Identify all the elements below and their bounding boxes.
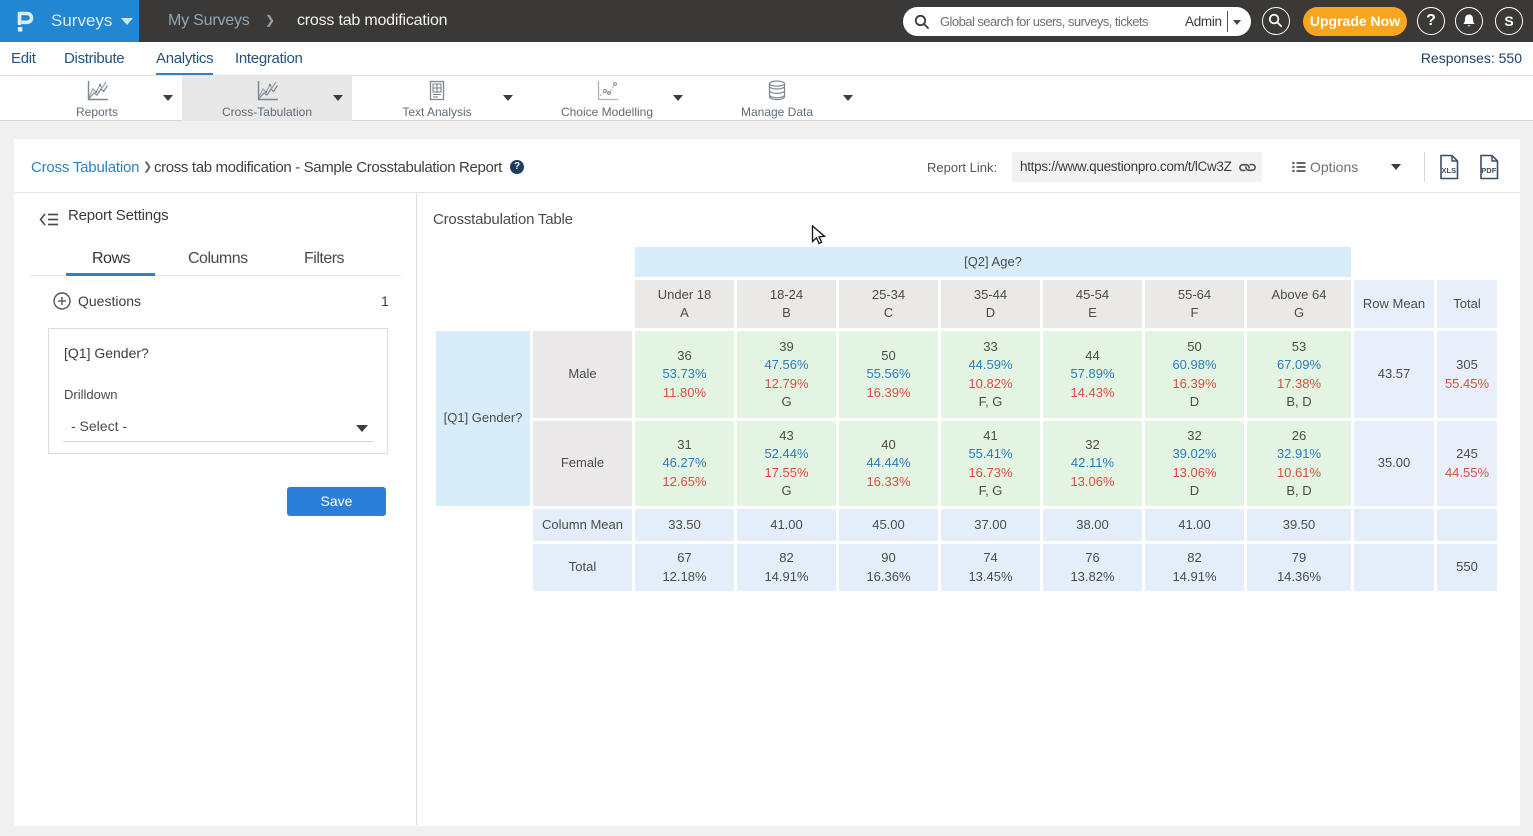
svg-text:PDF: PDF	[1481, 166, 1496, 175]
svg-text:XLS: XLS	[1442, 166, 1457, 175]
